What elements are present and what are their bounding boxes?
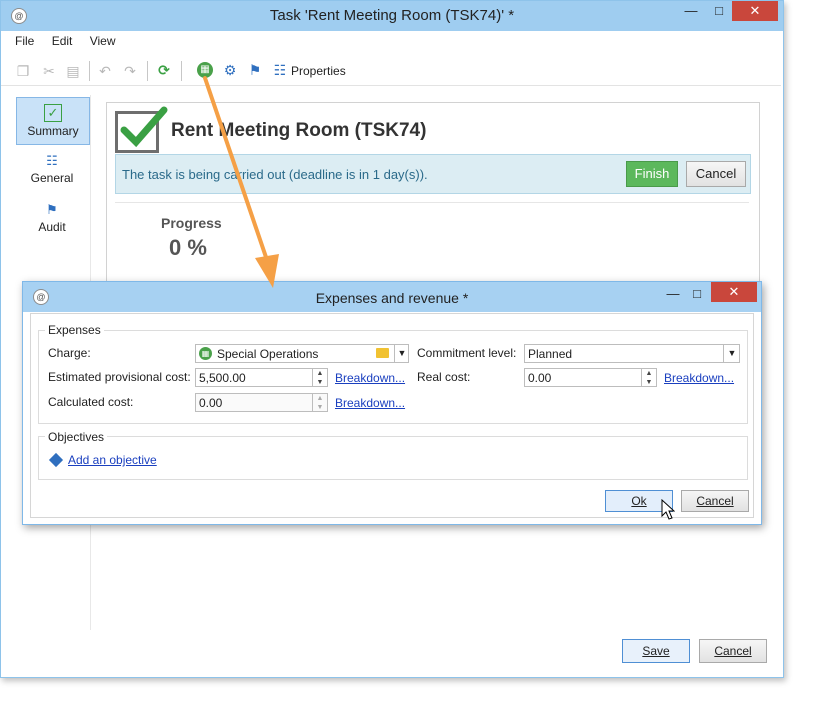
- calc-cost-breakdown-link[interactable]: Breakdown...: [335, 396, 405, 410]
- paste-icon[interactable]: ▤: [65, 63, 81, 79]
- summary-icon: ✓: [44, 104, 62, 122]
- cancel-button[interactable]: Cancel: [699, 639, 767, 663]
- real-cost-value: 0.00: [528, 371, 552, 385]
- calc-cost-input[interactable]: 0.00 ▲ ▼: [195, 393, 328, 412]
- commitment-select[interactable]: Planned ▼: [524, 344, 740, 363]
- add-objective-link[interactable]: Add an objective: [68, 453, 157, 467]
- charge-label: Charge:: [48, 346, 91, 360]
- undo-icon[interactable]: ↶: [97, 63, 113, 79]
- commitment-value: Planned: [528, 347, 573, 361]
- objectives-legend: Objectives: [45, 430, 108, 444]
- charge-value: Special Operations: [217, 347, 319, 361]
- stepper-icon[interactable]: ▲ ▼: [312, 394, 327, 412]
- sidebar-item-general[interactable]: ☷ General: [16, 147, 88, 193]
- dialog-close-button[interactable]: ✕: [711, 282, 757, 302]
- calc-cost-label: Calculated cost:: [48, 395, 134, 409]
- status-cancel-button[interactable]: Cancel: [686, 161, 746, 187]
- refresh-icon[interactable]: ⟳: [156, 62, 172, 78]
- dialog-title: Expenses and revenue *: [315, 290, 469, 306]
- menu-view[interactable]: View: [90, 34, 116, 48]
- est-cost-label: Estimated provisional cost:: [48, 370, 191, 384]
- callout-arrow-icon: [203, 76, 279, 288]
- charge-field[interactable]: ▦ Special Operations ▼: [195, 344, 409, 363]
- chevron-down-icon[interactable]: ▼: [394, 344, 409, 363]
- task-status-icon: [115, 106, 168, 153]
- real-cost-label: Real cost:: [417, 370, 471, 384]
- est-cost-value: 5,500.00: [199, 371, 246, 385]
- redo-icon[interactable]: ↷: [122, 63, 138, 79]
- sidebar-item-label: General: [30, 171, 74, 185]
- save-button[interactable]: Save: [622, 639, 690, 663]
- est-cost-breakdown-link[interactable]: Breakdown...: [335, 371, 405, 385]
- sidebar-item-label: Summary: [27, 124, 79, 138]
- save-button-label: Save: [642, 644, 670, 658]
- sidebar-item-label: Audit: [38, 220, 66, 234]
- window-title: Task 'Rent Meeting Room (TSK74)' *: [269, 7, 515, 24]
- dialog-titlebar[interactable]: @ Expenses and revenue * — □ ✕: [23, 282, 761, 312]
- calc-cost-value: 0.00: [199, 396, 223, 410]
- cancel-button-label: Cancel: [714, 644, 752, 658]
- toolbar-separator: [89, 61, 90, 81]
- menubar: File Edit View: [15, 34, 130, 48]
- copy-icon[interactable]: ❐: [15, 63, 31, 79]
- expenses-legend: Expenses: [45, 323, 104, 337]
- dialog-cancel-button[interactable]: Cancel: [681, 490, 749, 512]
- mouse-cursor-icon: [661, 499, 675, 520]
- toolbar-separator: [181, 61, 182, 81]
- chevron-down-icon[interactable]: ▼: [723, 344, 740, 363]
- est-cost-input[interactable]: 5,500.00 ▲ ▼: [195, 368, 328, 387]
- audit-icon: ⚑: [46, 202, 58, 217]
- expenses-dialog: @ Expenses and revenue * — □ ✕ Expenses …: [22, 281, 762, 525]
- folder-icon[interactable]: [376, 348, 389, 358]
- toolbar-separator: [147, 61, 148, 81]
- sidebar-item-audit[interactable]: ⚑ Audit: [16, 196, 88, 242]
- real-cost-breakdown-link[interactable]: Breakdown...: [664, 371, 734, 385]
- dialog-cancel-button-label: Cancel: [696, 494, 734, 508]
- minimize-button[interactable]: —: [677, 1, 705, 21]
- commitment-label: Commitment level:: [417, 346, 517, 360]
- close-button[interactable]: ✕: [732, 1, 778, 21]
- general-icon: ☷: [46, 153, 58, 168]
- menu-edit[interactable]: Edit: [52, 34, 73, 48]
- main-titlebar[interactable]: @ Task 'Rent Meeting Room (TSK74)' * — □…: [1, 1, 783, 31]
- finish-button[interactable]: Finish: [626, 161, 678, 187]
- dialog-body: Expenses Charge: ▦ Special Operations ▼ …: [30, 313, 754, 520]
- dialog-maximize-button[interactable]: □: [683, 284, 711, 304]
- toolbar: ❐ ✂ ▤ ↶ ↷ ⟳ ▦ ⚙ ⚑ ☷ Properties: [1, 57, 781, 86]
- sidebar-item-summary[interactable]: ✓ Summary: [16, 97, 90, 145]
- menu-file[interactable]: File: [15, 34, 34, 48]
- maximize-button[interactable]: □: [705, 1, 733, 21]
- stepper-icon[interactable]: ▲ ▼: [312, 369, 327, 387]
- real-cost-input[interactable]: 0.00 ▲ ▼: [524, 368, 657, 387]
- properties-button[interactable]: Properties: [291, 64, 346, 78]
- stepper-icon[interactable]: ▲ ▼: [641, 369, 656, 387]
- cut-icon[interactable]: ✂: [41, 63, 57, 79]
- calculator-icon: ▦: [199, 347, 212, 360]
- ok-button-label: Ok: [631, 494, 647, 508]
